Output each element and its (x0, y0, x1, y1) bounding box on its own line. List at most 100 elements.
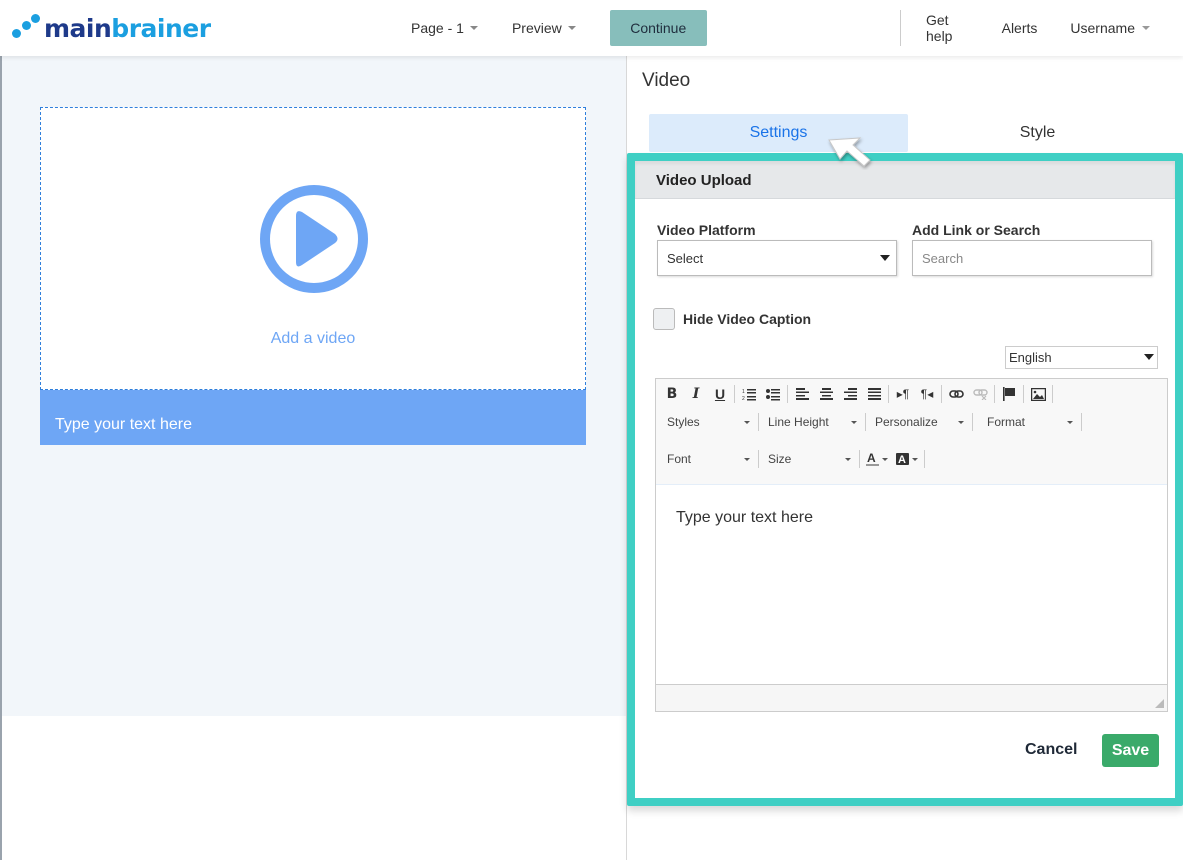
svg-text:1: 1 (742, 389, 745, 395)
styles-dropdown[interactable]: Styles (660, 411, 756, 433)
text-direction-rtl-icon[interactable]: ¶◂ (915, 383, 939, 405)
toolbar-separator (787, 385, 788, 403)
toolbar-separator (924, 450, 925, 468)
tab-style[interactable]: Style (908, 114, 1167, 152)
toolbar-separator (865, 413, 866, 431)
play-circle-icon (260, 185, 368, 293)
background-color-icon: A (896, 453, 909, 466)
size-label: Size (768, 452, 792, 466)
dropdown-arrow-icon (880, 255, 890, 261)
svg-text:2: 2 (742, 396, 745, 401)
toolbar-separator (758, 413, 759, 431)
hide-caption-checkbox[interactable] (653, 308, 675, 330)
font-label: Font (667, 452, 692, 466)
image-icon[interactable] (1026, 383, 1050, 405)
caret-down-icon (1067, 420, 1073, 424)
editor-statusbar (656, 684, 1167, 711)
dropdown-arrow-icon (1144, 354, 1154, 360)
format-label: Format (987, 415, 1026, 429)
video-upload-header: Video Upload (635, 161, 1175, 199)
preview-dropdown[interactable]: Preview (512, 20, 576, 36)
hide-caption-label: Hide Video Caption (683, 311, 812, 327)
page-nav: Page - 1 Preview Continue (400, 10, 707, 46)
justify-icon[interactable] (862, 383, 886, 405)
toolbar-separator (1081, 413, 1082, 431)
username-label: Username (1070, 20, 1135, 36)
caret-down-icon (958, 420, 964, 424)
caret-down-icon (469, 26, 478, 30)
link-icon[interactable] (944, 383, 968, 405)
video-caption[interactable]: Type your text here (40, 390, 586, 445)
text-color-button[interactable]: A (862, 448, 892, 470)
canvas-footer-space (2, 716, 626, 860)
caret-down-icon (744, 420, 750, 424)
unlink-icon[interactable] (968, 383, 992, 405)
language-select[interactable]: English (1005, 346, 1158, 369)
mouse-cursor-icon (828, 137, 871, 167)
user-nav: Get help Alerts Username (900, 10, 1183, 46)
video-placeholder[interactable]: Add a video (40, 107, 586, 390)
page-dropdown[interactable]: Page - 1 (411, 20, 478, 36)
caret-down-icon (845, 457, 851, 461)
logo-dots-icon (12, 13, 42, 43)
personalize-dropdown[interactable]: Personalize (868, 411, 970, 433)
bold-icon[interactable]: B (660, 383, 684, 405)
personalize-label: Personalize (875, 415, 938, 429)
caption-text: Type your text here (55, 416, 192, 433)
styles-label: Styles (667, 415, 700, 429)
editor-toolbar: B I U 12 ▸¶ ¶◂ Styles Line Height Person… (656, 379, 1167, 485)
toolbar-separator (758, 450, 759, 468)
add-video-link[interactable]: Add a video (41, 330, 585, 348)
caret-down-icon (567, 26, 576, 30)
toolbar-separator (1023, 385, 1024, 403)
continue-button[interactable]: Continue (609, 10, 707, 46)
logo-text: mainbrainer (44, 13, 211, 43)
section-title: Video Upload (656, 172, 752, 189)
video-platform-value: Select (667, 251, 704, 266)
preview-dropdown-label: Preview (511, 20, 562, 36)
toolbar-separator (734, 385, 735, 403)
numbered-list-icon[interactable]: 12 (737, 383, 761, 405)
align-left-icon[interactable] (790, 383, 814, 405)
alerts-link[interactable]: Alerts (1002, 20, 1038, 36)
line-height-dropdown[interactable]: Line Height (761, 411, 863, 433)
svg-text:A: A (867, 452, 876, 465)
resize-grip-icon[interactable] (1155, 699, 1164, 708)
caret-down-icon (882, 457, 888, 461)
italic-icon[interactable]: I (684, 383, 708, 405)
video-platform-select[interactable]: Select (657, 240, 897, 276)
mainbrainer-logo[interactable]: mainbrainer (12, 12, 211, 44)
video-upload-panel: Video Upload Video Platform Add Link or … (627, 153, 1183, 806)
caret-down-icon (1142, 26, 1150, 30)
caret-down-icon (851, 420, 857, 424)
align-right-icon[interactable] (838, 383, 862, 405)
link-search-input[interactable] (912, 240, 1152, 276)
anchor-flag-icon[interactable] (997, 383, 1021, 405)
toolbar-separator (972, 413, 973, 431)
cancel-button[interactable]: Cancel (1025, 741, 1077, 759)
username-dropdown[interactable]: Username (1070, 20, 1150, 36)
align-center-icon[interactable] (814, 383, 838, 405)
editor-content[interactable]: Type your text here (656, 485, 1167, 685)
toolbar-separator (888, 385, 889, 403)
link-search-label: Add Link or Search (912, 222, 1041, 238)
text-color-icon: A (866, 452, 879, 466)
format-dropdown[interactable]: Format (975, 411, 1079, 433)
background-color-button[interactable]: A (892, 448, 922, 470)
toolbar-separator (1052, 385, 1053, 403)
text-direction-ltr-icon[interactable]: ▸¶ (891, 383, 915, 405)
caret-down-icon (912, 457, 918, 461)
toolbar-separator (859, 450, 860, 468)
line-height-label: Line Height (768, 415, 829, 429)
panel-title: Video (642, 70, 691, 91)
get-help-link[interactable]: Get help (926, 12, 969, 44)
save-button[interactable]: Save (1102, 734, 1159, 767)
top-bar: mainbrainer Page - 1 Preview Continue Ge… (0, 0, 1183, 56)
size-dropdown[interactable]: Size (761, 448, 857, 470)
underline-icon[interactable]: U (708, 383, 732, 405)
bulleted-list-icon[interactable] (761, 383, 785, 405)
font-dropdown[interactable]: Font (660, 448, 756, 470)
svg-text:A: A (898, 454, 906, 466)
language-value: English (1009, 350, 1052, 365)
caret-down-icon (744, 457, 750, 461)
